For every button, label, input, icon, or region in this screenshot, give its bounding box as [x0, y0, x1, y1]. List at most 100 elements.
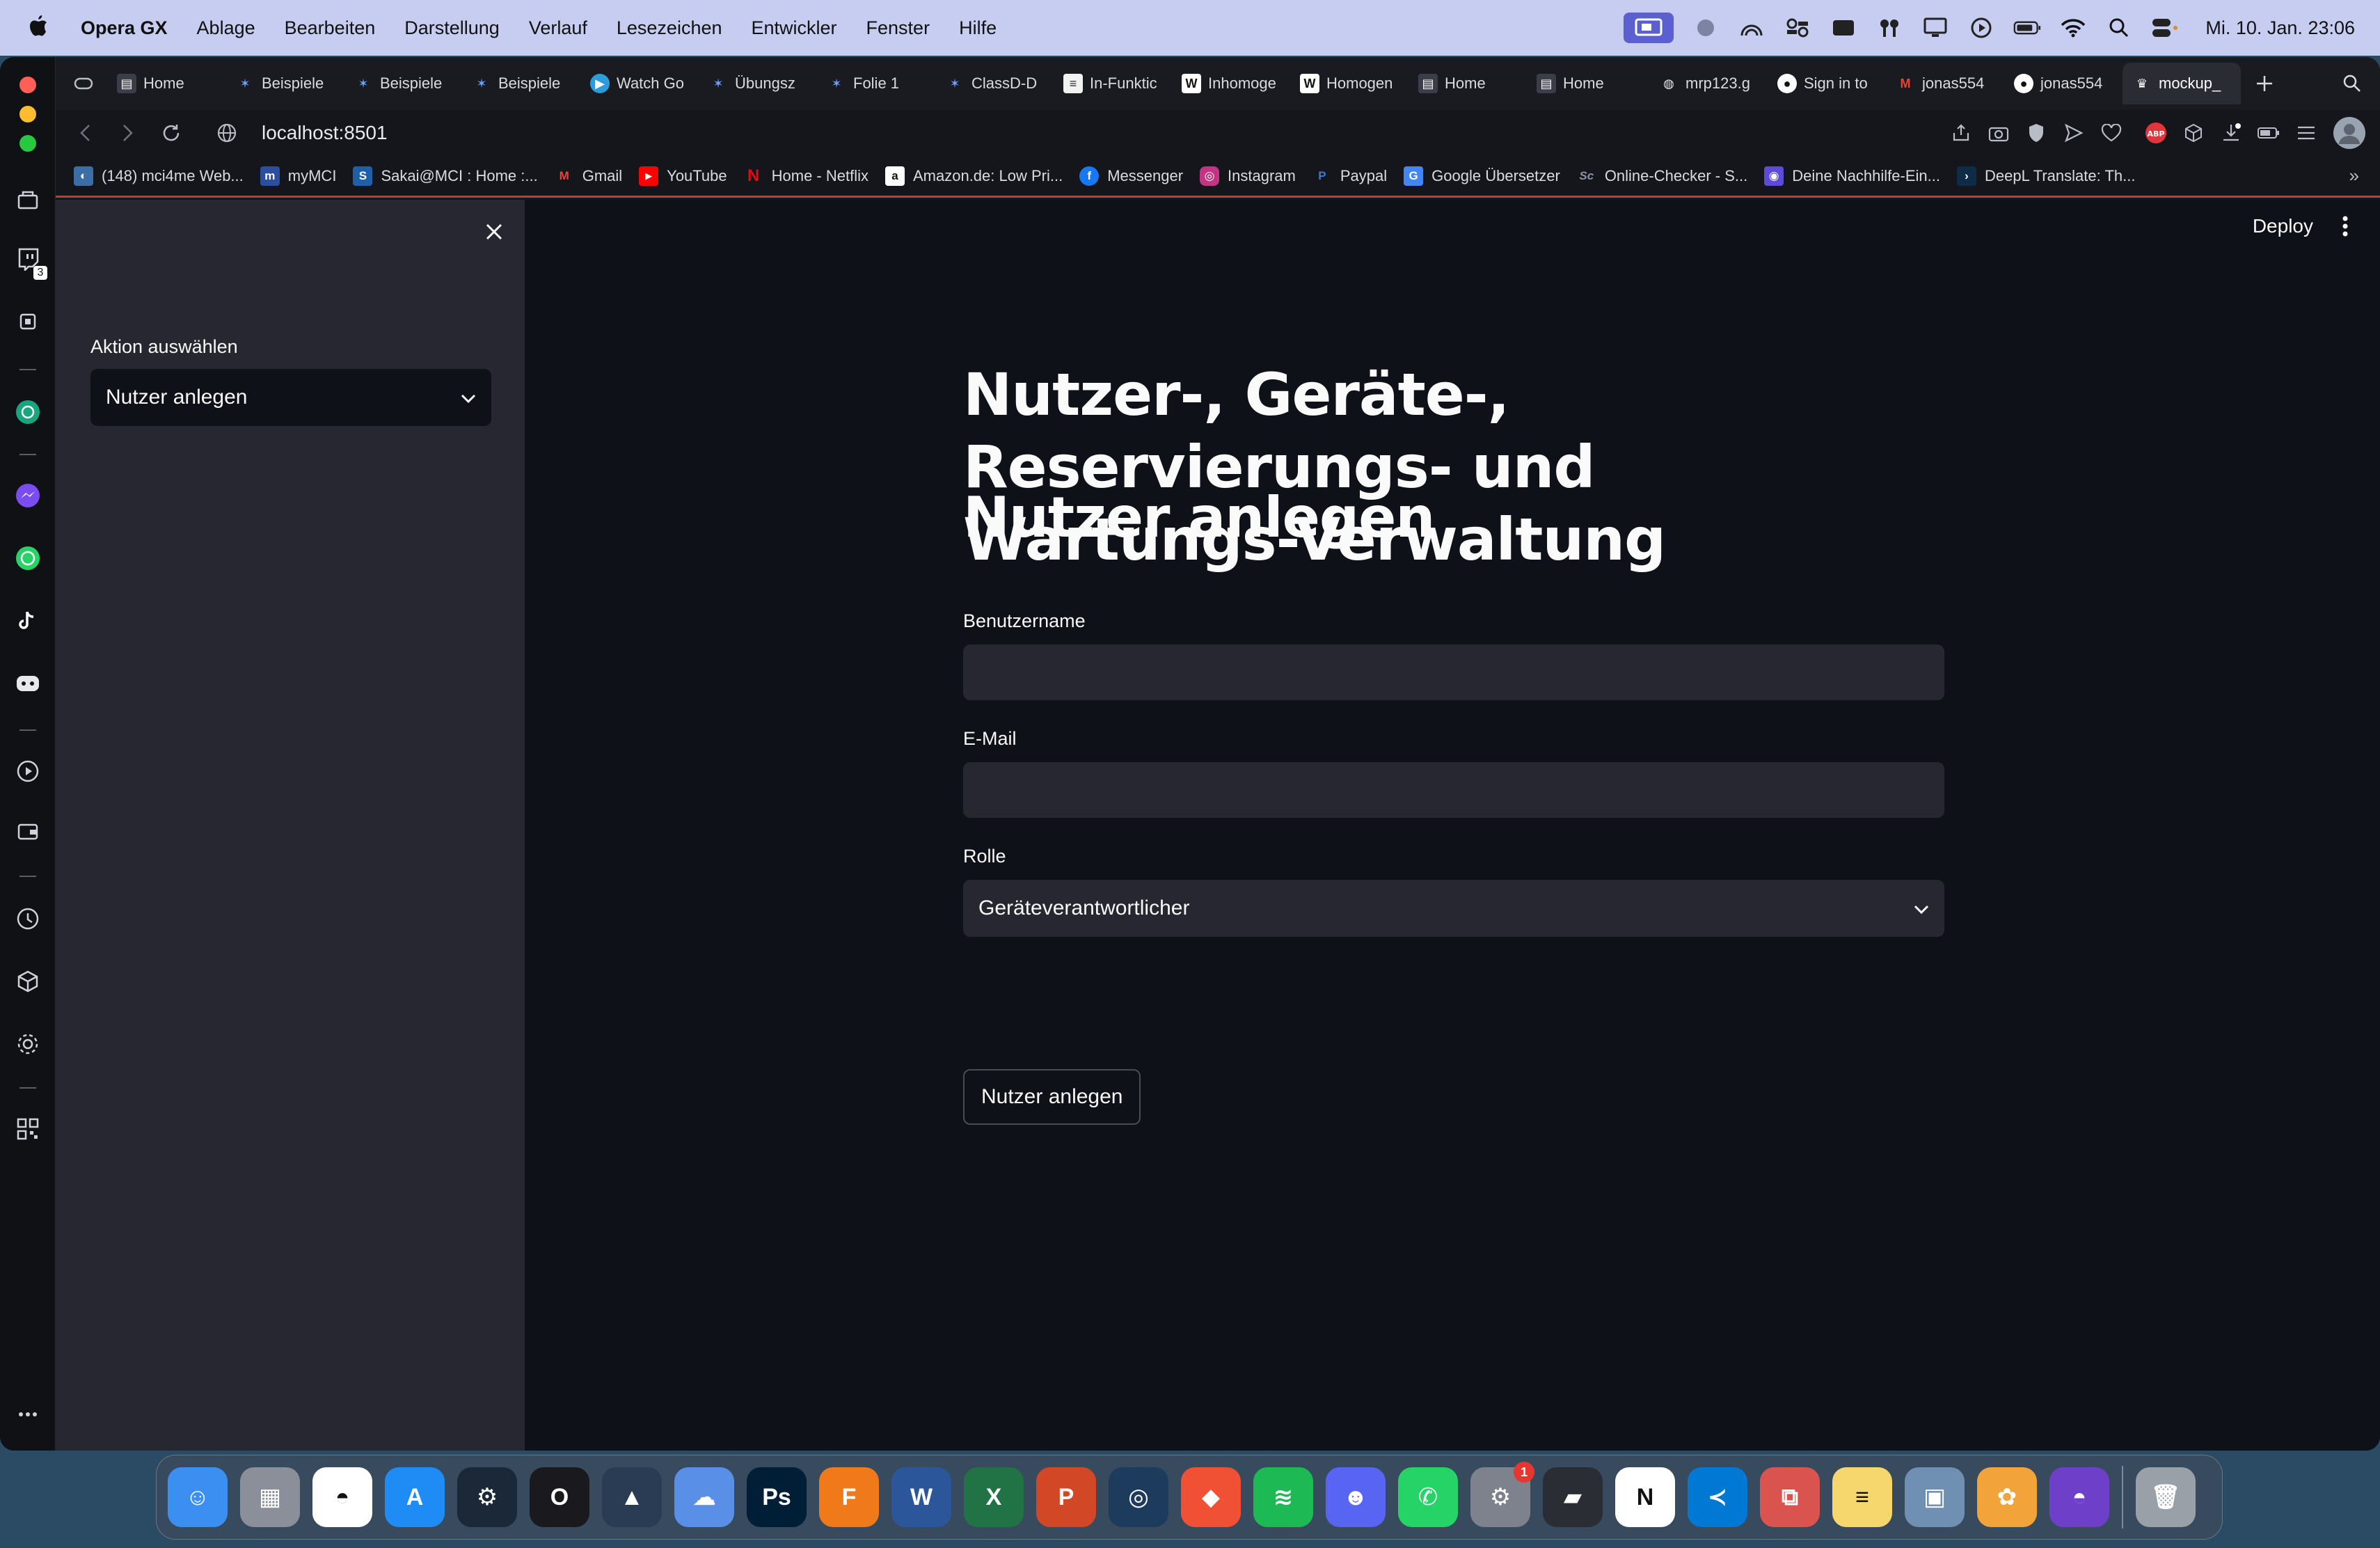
word-icon[interactable]: W: [891, 1467, 951, 1527]
tab-inhomoge[interactable]: W Inhomoge: [1172, 63, 1290, 104]
site-info-globe-icon[interactable]: [213, 119, 241, 147]
apple-icon[interactable]: [28, 14, 56, 42]
menu-verlauf[interactable]: Verlauf: [529, 17, 587, 39]
bookmark-instagram[interactable]: ◎ Instagram: [1191, 166, 1304, 186]
zoom-window-button[interactable]: [19, 135, 36, 152]
whatsapp-icon[interactable]: [14, 544, 42, 572]
settings-gear-icon[interactable]: [14, 1030, 42, 1058]
finder-icon[interactable]: ☺: [168, 1467, 228, 1527]
menu-darstellung[interactable]: Darstellung: [404, 17, 500, 39]
tab-mrp123[interactable]: ◍ mrp123.g: [1649, 63, 1768, 104]
control-center-icon[interactable]: [2151, 16, 2179, 40]
photoshop-icon[interactable]: Ps: [747, 1467, 807, 1527]
menu-ablage[interactable]: Ablage: [197, 17, 255, 39]
tab-github[interactable]: ● jonas554: [2004, 63, 2123, 104]
minimize-window-button[interactable]: [19, 106, 36, 123]
gx-control-icon[interactable]: [14, 187, 42, 214]
shield-icon[interactable]: [2025, 122, 2047, 144]
anaconda-icon[interactable]: ◎: [1109, 1467, 1168, 1527]
menu-hilfe[interactable]: Hilfe: [959, 17, 997, 39]
tab-gmail[interactable]: Mjonas554: [1886, 63, 2004, 104]
display-icon[interactable]: [1921, 16, 1949, 40]
bookmark-gmail[interactable]: M Gmail: [546, 166, 630, 186]
player-icon[interactable]: [14, 757, 42, 785]
menu-lesezeichen[interactable]: Lesezeichen: [617, 17, 722, 39]
menu-fenster[interactable]: Fenster: [866, 17, 930, 39]
url-field[interactable]: localhost:8501: [262, 122, 388, 144]
tab-mockup-active[interactable]: ♛ mockup_: [2123, 63, 2241, 104]
notion-icon[interactable]: N: [1615, 1467, 1675, 1527]
tab-homogen[interactable]: W Homogen: [1290, 63, 1409, 104]
wallet-icon[interactable]: [14, 817, 42, 845]
whatsapp-icon[interactable]: ✆: [1398, 1467, 1458, 1527]
tab-folie[interactable]: ✶ Folie 1: [817, 63, 935, 104]
tab-classd[interactable]: ✶ ClassD-D: [935, 63, 1054, 104]
trash-icon[interactable]: 🗑: [2136, 1467, 2196, 1527]
twitch-icon[interactable]: 3: [14, 245, 47, 280]
git-app-icon[interactable]: ◆: [1181, 1467, 1241, 1527]
bookmark-sakai[interactable]: S Sakai@MCI : Home :...: [344, 166, 546, 186]
parallels-icon[interactable]: ▰: [1543, 1467, 1603, 1527]
menu-entwickler[interactable]: Entwickler: [752, 17, 837, 39]
create-user-button[interactable]: Nutzer anlegen: [963, 1069, 1141, 1125]
tab-uebungsz[interactable]: ✶ Übungsz: [699, 63, 817, 104]
bookmark-mci4me[interactable]: ◐ (148) mci4me Web...: [65, 166, 252, 186]
download-icon[interactable]: [2220, 122, 2242, 144]
discord-icon[interactable]: ☻: [1326, 1467, 1386, 1527]
remote-desktop-icon[interactable]: ⧉: [1760, 1467, 1820, 1527]
camera-icon[interactable]: [1988, 122, 2010, 144]
preview-icon[interactable]: ▣: [1905, 1467, 1965, 1527]
back-button[interactable]: [71, 119, 99, 147]
battery-icon[interactable]: [2013, 16, 2041, 40]
github-desktop-icon[interactable]: ◓: [2049, 1467, 2109, 1527]
opera-gx-icon[interactable]: O: [530, 1467, 589, 1527]
tab-in-funktion[interactable]: ≡ In-Funktic: [1054, 63, 1172, 104]
battery-saver-icon[interactable]: [2258, 122, 2280, 144]
vscode-icon[interactable]: ≺: [1688, 1467, 1747, 1527]
qr-code-icon[interactable]: [14, 1115, 42, 1143]
action-select[interactable]: Nutzer anlegen: [90, 369, 491, 426]
more-dots-icon[interactable]: [14, 1400, 42, 1428]
bookmark-amazon[interactable]: a Amazon.de: Low Pri...: [877, 166, 1071, 186]
excel-icon[interactable]: X: [964, 1467, 1024, 1527]
heart-icon[interactable]: [2100, 122, 2123, 144]
messenger-icon[interactable]: [14, 482, 42, 510]
bookmark-paypal[interactable]: P Paypal: [1304, 166, 1395, 186]
tab-home[interactable]: ▤ Home: [1527, 63, 1649, 104]
adblock-icon[interactable]: ABP: [2145, 122, 2167, 144]
discord-icon[interactable]: [14, 670, 42, 697]
bookmark-online-checker[interactable]: Sc Online-Checker - S...: [1569, 166, 1756, 186]
opera-mini-icon[interactable]: ◓: [312, 1467, 372, 1527]
tab-beispiele[interactable]: ✶ Beispiele: [225, 63, 344, 104]
wifi-icon[interactable]: [2059, 16, 2087, 40]
active-app-name[interactable]: Opera GX: [81, 17, 168, 39]
matlab-icon[interactable]: ▲: [602, 1467, 662, 1527]
spotlight-search-icon[interactable]: [2105, 16, 2133, 40]
bookmark-netflix[interactable]: N Home - Netflix: [736, 166, 877, 186]
deploy-button[interactable]: Deploy: [2253, 215, 2313, 237]
photos-icon[interactable]: ✿: [1977, 1467, 2037, 1527]
tab-sign-in[interactable]: ● Sign in to: [1768, 63, 1886, 104]
now-playing-icon[interactable]: [1967, 16, 1995, 40]
reload-button[interactable]: [157, 119, 185, 147]
menu-bearbeiten[interactable]: Bearbeiten: [285, 17, 376, 39]
keyboard-icon[interactable]: [1830, 16, 1857, 40]
history-icon[interactable]: [14, 905, 42, 933]
launchpad-icon[interactable]: ▦: [240, 1467, 300, 1527]
send-icon[interactable]: [2063, 122, 2085, 144]
chatgpt-icon[interactable]: [14, 398, 42, 426]
app-store-icon[interactable]: A: [385, 1467, 445, 1527]
notes-icon[interactable]: ≡: [1832, 1467, 1892, 1527]
fusion-360-icon[interactable]: F: [819, 1467, 879, 1527]
powerpoint-icon[interactable]: P: [1036, 1467, 1096, 1527]
close-window-button[interactable]: [19, 77, 36, 93]
bookmark-youtube[interactable]: ▶ YouTube: [630, 166, 735, 186]
creative-cloud-icon[interactable]: ☁: [674, 1467, 734, 1527]
system-settings-icon[interactable]: ⚙ 1: [1470, 1462, 1534, 1527]
tab-home[interactable]: ▤ Home: [107, 63, 225, 104]
control-icon[interactable]: [1784, 16, 1811, 40]
gx-corner-icon[interactable]: [70, 70, 97, 97]
cpu-limiter-icon[interactable]: [14, 308, 42, 335]
bookmark-mymci[interactable]: m myMCI: [252, 166, 345, 186]
tab-search-icon[interactable]: [2338, 70, 2366, 97]
